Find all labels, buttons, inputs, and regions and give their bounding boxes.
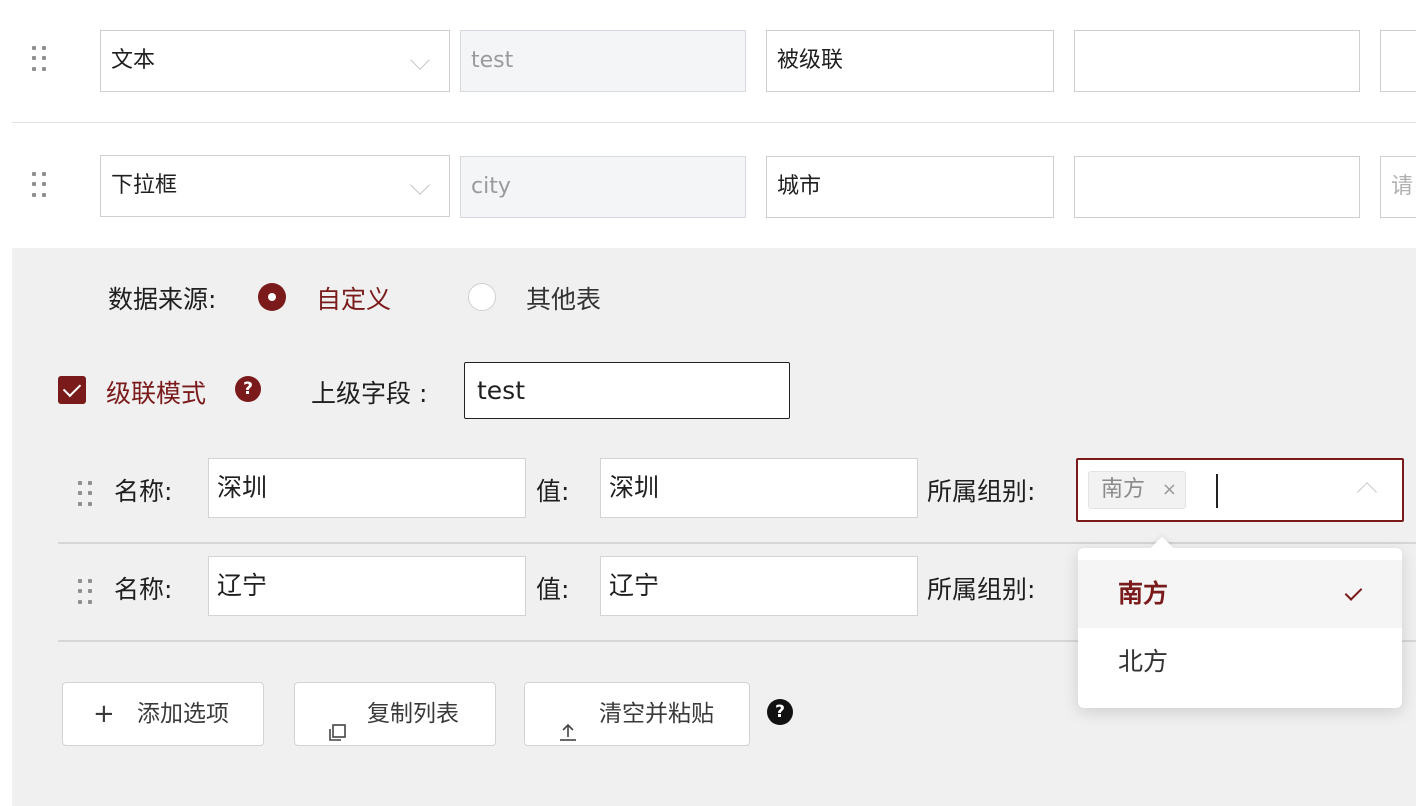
option-name-input[interactable]: 深圳 — [208, 458, 526, 518]
field-type-value: 文本 — [111, 48, 156, 73]
drag-handle-icon[interactable] — [32, 172, 46, 198]
field-type-select[interactable]: 下拉框 — [100, 155, 450, 217]
drag-handle-icon[interactable] — [78, 579, 92, 605]
drag-handle-icon[interactable] — [78, 481, 92, 507]
radio-custom-label[interactable]: 自定义 — [316, 280, 391, 316]
field-extra-input[interactable] — [1074, 156, 1360, 218]
cascade-checkbox[interactable] — [58, 376, 86, 404]
option-name-input[interactable]: 辽宁 — [208, 556, 526, 616]
group-dropdown: 南方 北方 — [1078, 548, 1402, 708]
parent-field-label: 上级字段 : — [311, 379, 428, 408]
option-name-label: 名称: — [114, 575, 173, 604]
field-type-select[interactable]: 文本 — [100, 30, 450, 92]
option-value-label: 值: — [536, 575, 570, 604]
plus-icon: + — [93, 699, 115, 729]
dropdown-option-north[interactable]: 北方 — [1078, 628, 1402, 696]
group-tag-south: 南方 × — [1088, 471, 1186, 509]
question-icon[interactable]: ? — [767, 699, 793, 725]
field-fifth-input[interactable]: 请 — [1380, 156, 1416, 218]
option-row-divider — [58, 542, 1416, 544]
copy-list-button[interactable]: 复制列表 — [294, 682, 496, 746]
close-icon[interactable]: × — [1162, 472, 1177, 508]
field-fifth-input[interactable] — [1380, 30, 1416, 92]
add-option-button[interactable]: + 添加选项 — [62, 682, 264, 746]
option-value-input[interactable]: 深圳 — [600, 458, 918, 518]
option-group-label: 所属组别: — [927, 575, 1036, 604]
field-key-input: test — [460, 30, 746, 92]
radio-other-table-label[interactable]: 其他表 — [526, 280, 601, 316]
option-group-label: 所属组别: — [927, 477, 1036, 506]
row-divider — [12, 122, 1416, 123]
field-label-input[interactable]: 被级联 — [766, 30, 1054, 92]
copy-icon — [327, 705, 347, 741]
check-icon — [1344, 583, 1363, 601]
parent-field-input[interactable]: test — [464, 362, 790, 419]
text-caret — [1216, 474, 1218, 508]
question-icon[interactable]: ? — [235, 376, 261, 402]
clear-paste-button[interactable]: 清空并粘贴 — [524, 682, 750, 746]
option-value-label: 值: — [536, 477, 570, 506]
cascade-label[interactable]: 级联模式 — [106, 374, 206, 410]
drag-handle-icon[interactable] — [32, 46, 46, 72]
field-label-input[interactable]: 城市 — [766, 156, 1054, 218]
radio-custom[interactable] — [258, 283, 286, 311]
field-extra-input[interactable] — [1074, 30, 1360, 92]
field-key-input: city — [460, 156, 746, 218]
option-value-input[interactable]: 辽宁 — [600, 556, 918, 616]
field-type-value: 下拉框 — [111, 173, 178, 198]
data-source-label: 数据来源: — [108, 285, 217, 314]
option-name-label: 名称: — [114, 477, 173, 506]
dropdown-option-south[interactable]: 南方 — [1078, 560, 1402, 628]
chevron-down-icon — [410, 50, 430, 70]
upload-icon — [557, 704, 579, 741]
chevron-down-icon — [410, 175, 430, 195]
radio-other-table[interactable] — [468, 283, 496, 311]
